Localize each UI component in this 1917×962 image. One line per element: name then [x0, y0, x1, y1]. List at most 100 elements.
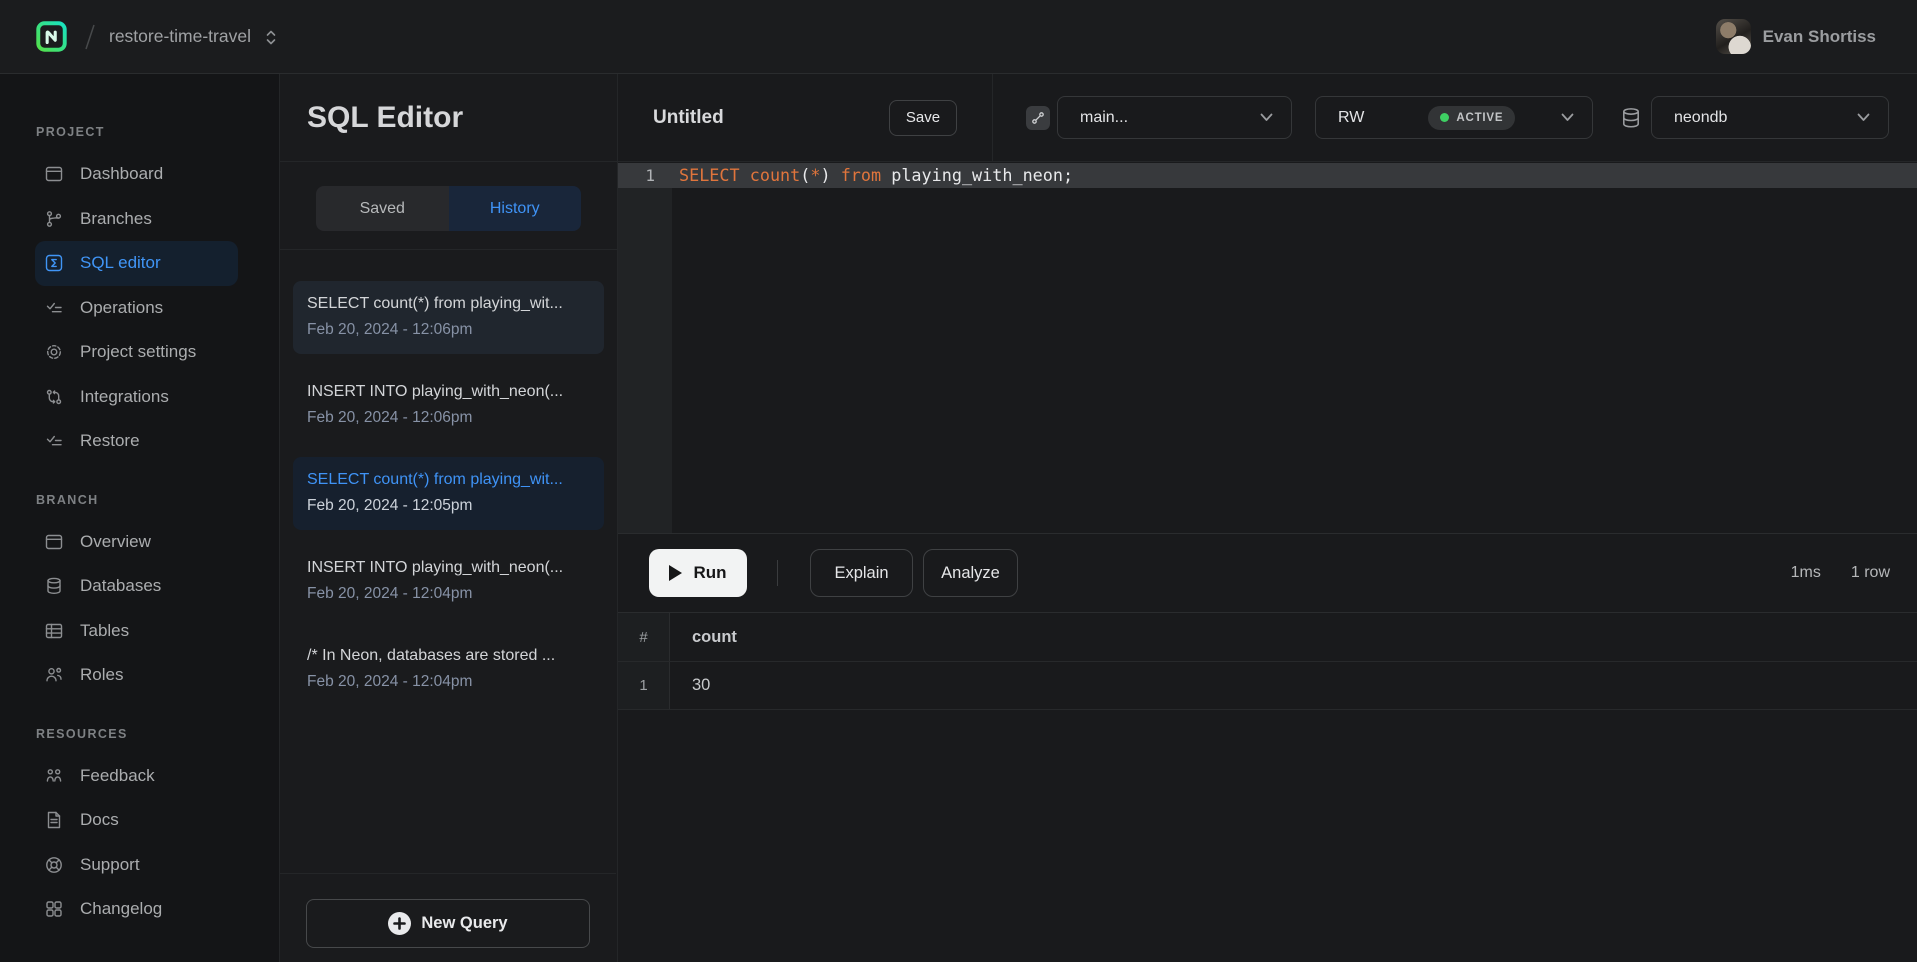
- sql-statement: SELECT count(*) from playing_with_neon;: [672, 163, 1073, 188]
- new-query-section: New Query: [280, 873, 616, 962]
- section-label: BRANCH: [36, 490, 279, 510]
- database-select[interactable]: neondb: [1651, 96, 1889, 139]
- active-dot-icon: [1440, 113, 1449, 122]
- sidebar-item-docs[interactable]: Docs: [35, 798, 238, 843]
- history-item[interactable]: INSERT INTO playing_with_neon(...Feb 20,…: [293, 369, 604, 442]
- sidebar-item-label: Feedback: [80, 766, 155, 786]
- compute-select[interactable]: RW ACTIVE: [1315, 96, 1593, 139]
- sidebar-item-roles[interactable]: Roles: [35, 653, 238, 698]
- query-actions-bar: Run Explain Analyze 1ms 1 row: [618, 534, 1917, 612]
- sidebar-item-restore[interactable]: Restore: [35, 419, 238, 464]
- chevron-down-icon: [1561, 113, 1574, 122]
- sidebar-nav: PROJECT Dashboard Branches SQL editor Operat…: [0, 74, 280, 962]
- check-list-icon: [44, 298, 64, 318]
- history-item[interactable]: SELECT count(*) from playing_wit...Feb 2…: [293, 281, 604, 354]
- plus-icon: [388, 912, 411, 935]
- analyze-button[interactable]: Analyze: [923, 549, 1018, 597]
- sidebar-section-project: PROJECT Dashboard Branches SQL editor Operat…: [0, 122, 279, 464]
- results-header-row: #count: [618, 612, 1917, 662]
- dashboard-icon: [44, 532, 64, 552]
- breadcrumb-divider: [83, 22, 97, 52]
- code-editor[interactable]: 1 SELECT count(*) from playing_with_neon…: [618, 163, 1917, 534]
- sidebar-item-sql-editor[interactable]: SQL editor: [35, 241, 238, 286]
- chevron-down-icon: [1857, 113, 1870, 122]
- docs-icon: [44, 810, 64, 830]
- history-query: SELECT count(*) from playing_wit...: [307, 291, 590, 317]
- sidebar-item-label: Support: [80, 855, 140, 875]
- branch-icon: [1026, 106, 1050, 130]
- actions-divider: [777, 560, 778, 586]
- line-number: 1: [618, 163, 672, 188]
- database-icon: [1619, 105, 1643, 131]
- run-button[interactable]: Run: [649, 549, 747, 597]
- page-title: SQL Editor: [307, 101, 463, 135]
- history-query: SELECT count(*) from playing_wit...: [307, 467, 590, 493]
- sidebar-item-label: Docs: [80, 810, 119, 830]
- editor-pane: Untitled Save main... RW ACTIVE: [618, 74, 1917, 962]
- sidebar-item-label: Roles: [80, 665, 123, 685]
- breadcrumb-project[interactable]: restore-time-travel: [109, 26, 251, 47]
- tab-saved[interactable]: Saved: [316, 186, 449, 231]
- sidebar-item-feedback[interactable]: Feedback: [35, 754, 238, 799]
- sidebar-item-label: Dashboard: [80, 164, 163, 184]
- query-title-group: Untitled Save: [618, 74, 993, 161]
- history-timestamp: Feb 20, 2024 - 12:06pm: [307, 405, 590, 430]
- editor-toolbar: Untitled Save main... RW ACTIVE: [618, 74, 1917, 162]
- table-row: 130: [618, 662, 1917, 710]
- sidebar-item-changelog[interactable]: Changelog: [35, 887, 238, 932]
- sidebar-item-overview[interactable]: Overview: [35, 520, 238, 565]
- sidebar-item-support[interactable]: Support: [35, 843, 238, 888]
- sql-editor-icon: [44, 253, 64, 273]
- sidebar-item-label: Operations: [80, 298, 163, 318]
- tab-history[interactable]: History: [449, 186, 582, 231]
- sidebar-item-label: Changelog: [80, 899, 162, 919]
- sidebar-item-label: Restore: [80, 431, 140, 451]
- branches-icon: [44, 209, 64, 229]
- code-line-1[interactable]: 1 SELECT count(*) from playing_with_neon…: [618, 163, 1917, 188]
- sidebar-item-dashboard[interactable]: Dashboard: [35, 152, 238, 197]
- feedback-icon: [44, 766, 64, 786]
- check-list-icon: [44, 431, 64, 451]
- compute-name: RW: [1338, 109, 1364, 127]
- sidebar-item-project-settings[interactable]: Project settings: [35, 330, 238, 375]
- table-icon: [44, 621, 64, 641]
- branch-select[interactable]: main...: [1057, 96, 1292, 139]
- column-header-count: count: [670, 613, 1917, 661]
- query-duration: 1ms: [1791, 564, 1821, 582]
- project-switcher-icon[interactable]: [264, 28, 278, 47]
- history-item[interactable]: SELECT count(*) from playing_wit...Feb 2…: [293, 457, 604, 530]
- status-label: ACTIVE: [1456, 112, 1503, 124]
- row-count: 1 row: [1851, 564, 1890, 582]
- sidebar-item-operations[interactable]: Operations: [35, 286, 238, 331]
- sidebar-item-branches[interactable]: Branches: [35, 197, 238, 242]
- changelog-icon: [44, 899, 64, 919]
- sidebar-item-integrations[interactable]: Integrations: [35, 375, 238, 420]
- history-item[interactable]: INSERT INTO playing_with_neon(...Feb 20,…: [293, 545, 604, 618]
- run-label: Run: [693, 563, 726, 583]
- history-item[interactable]: /* In Neon, databases are stored ...Feb …: [293, 633, 604, 706]
- database-icon: [44, 576, 64, 596]
- play-icon: [669, 565, 682, 581]
- sidebar-section-branch: BRANCH Overview Databases Tables Roles: [0, 490, 279, 698]
- query-stats: 1ms 1 row: [1791, 564, 1890, 582]
- history-timestamp: Feb 20, 2024 - 12:06pm: [307, 317, 590, 342]
- query-title[interactable]: Untitled: [653, 107, 724, 129]
- sidebar-item-databases[interactable]: Databases: [35, 564, 238, 609]
- history-list: SELECT count(*) from playing_wit...Feb 2…: [280, 250, 617, 872]
- neon-logo[interactable]: [36, 21, 67, 52]
- new-query-button[interactable]: New Query: [306, 899, 590, 948]
- row-index: 1: [618, 662, 670, 709]
- sidebar-item-label: SQL editor: [80, 253, 161, 273]
- gear-icon: [44, 342, 64, 362]
- tabs-row: Saved History: [280, 162, 617, 250]
- history-timestamp: Feb 20, 2024 - 12:04pm: [307, 581, 590, 606]
- explain-button[interactable]: Explain: [810, 549, 913, 597]
- section-label: PROJECT: [36, 122, 279, 142]
- status-badge: ACTIVE: [1428, 106, 1515, 130]
- sidebar-item-label: Databases: [80, 576, 161, 596]
- avatar[interactable]: [1716, 19, 1751, 54]
- branch-select-value: main...: [1080, 109, 1128, 127]
- save-button[interactable]: Save: [889, 100, 957, 136]
- sidebar-item-tables[interactable]: Tables: [35, 609, 238, 654]
- sidebar-item-label: Overview: [80, 532, 151, 552]
